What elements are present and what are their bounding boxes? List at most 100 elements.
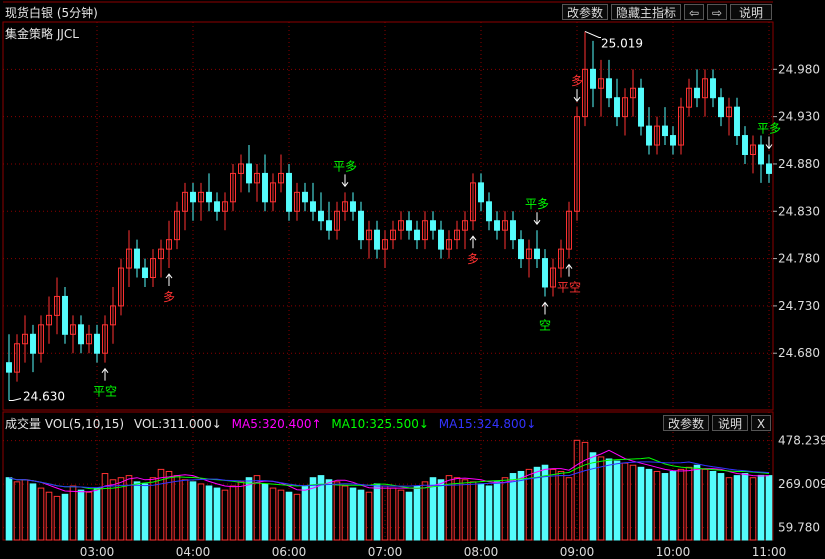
signal-label: 多	[163, 290, 175, 304]
candle-body	[534, 248, 540, 260]
low-label: 24.630	[23, 390, 65, 404]
volume-header: 成交量 VOL(5,10,15) VOL:311.000↓ MA5:320.40…	[5, 415, 542, 432]
volume-bar	[437, 479, 445, 541]
volume-bar	[173, 475, 181, 541]
price-tick-label: 24.930	[778, 110, 820, 124]
candle-body	[670, 135, 676, 146]
volume-bar	[397, 489, 405, 541]
ma10-value: MA10:325.500↓	[331, 417, 429, 431]
volume-params-button[interactable]: 改参数	[663, 415, 709, 431]
candle-body	[134, 248, 140, 269]
low-label-leader	[9, 398, 22, 402]
volume-tick-label: 59.780	[778, 521, 820, 535]
candle-body	[486, 201, 492, 222]
volume-bar	[477, 483, 485, 541]
candle-body	[302, 191, 308, 203]
volume-bar	[205, 485, 213, 541]
help-button[interactable]: 说明	[730, 4, 772, 20]
candle-body	[590, 68, 596, 89]
candle-body	[358, 210, 364, 241]
signal-label: 平空	[557, 281, 581, 295]
volume-bar	[61, 493, 69, 541]
candle-body	[518, 239, 524, 260]
volume-bar	[109, 479, 117, 541]
volume-bar	[5, 477, 13, 541]
volume-bar	[661, 473, 669, 541]
volume-bar	[45, 491, 53, 541]
volume-bar	[725, 477, 733, 541]
time-tick-label: 11:00	[752, 545, 787, 559]
volume-bar	[469, 481, 477, 541]
candle-body	[406, 220, 412, 231]
high-label-leader	[584, 31, 601, 38]
candle-body	[326, 220, 332, 231]
volume-bar	[717, 473, 725, 541]
time-tick-label: 08:00	[464, 545, 499, 559]
volume-bar	[493, 481, 501, 541]
volume-bar	[277, 489, 285, 541]
volume-bar	[405, 491, 413, 541]
candle-body	[62, 295, 68, 335]
volume-bar	[701, 468, 709, 541]
volume-bar	[197, 483, 205, 541]
candle-body	[190, 191, 196, 203]
signal-label: 平多	[525, 197, 549, 211]
volume-bar	[133, 481, 141, 541]
volume-bar	[221, 489, 229, 541]
volume-bar	[629, 464, 637, 541]
price-tick-label: 24.830	[778, 204, 820, 218]
volume-bar	[509, 473, 517, 541]
candle-body	[262, 172, 268, 203]
price-tick-label: 24.730	[778, 299, 820, 313]
volume-bar	[501, 477, 509, 541]
volume-bar	[53, 495, 61, 541]
candle-body	[30, 333, 36, 354]
candle-body	[438, 229, 444, 250]
candle-body	[246, 163, 252, 184]
candle-body	[510, 220, 516, 241]
strategy-label: 集金策略 JJCL	[5, 27, 79, 41]
time-tick-label: 03:00	[80, 545, 115, 559]
volume-label: 成交量 VOL(5,10,15)	[5, 417, 125, 431]
candle-body	[414, 229, 420, 241]
volume-bar	[565, 477, 573, 541]
volume-bar	[637, 466, 645, 541]
candle-body	[374, 229, 380, 250]
candle-body	[214, 201, 220, 212]
ma5-value: MA5:320.400↑	[231, 417, 322, 431]
candle-body	[718, 97, 724, 118]
volume-bar	[181, 479, 189, 541]
candle-body	[710, 78, 716, 99]
volume-bar	[757, 474, 765, 541]
candle-body	[606, 78, 612, 99]
candle-body	[542, 258, 548, 288]
candle-body	[430, 220, 436, 231]
volume-bar	[525, 468, 533, 541]
candle-body	[318, 210, 324, 222]
volume-bar	[557, 470, 565, 541]
prev-arrow-button[interactable]: ⇦	[684, 4, 704, 20]
candle-body	[614, 97, 620, 118]
volume-close-button[interactable]: X	[751, 415, 771, 431]
time-tick-label: 09:00	[560, 545, 595, 559]
signal-label: 平多	[333, 159, 357, 173]
volume-help-button[interactable]: 说明	[712, 415, 748, 431]
time-tick-label: 07:00	[368, 545, 403, 559]
volume-bar	[245, 477, 253, 541]
volume-bar	[285, 491, 293, 541]
volume-bar	[573, 439, 581, 541]
signal-label: 多	[467, 252, 479, 266]
next-arrow-button[interactable]: ⇨	[707, 4, 727, 20]
volume-bar	[749, 477, 757, 541]
volume-bar	[669, 470, 677, 541]
candle-body	[766, 163, 772, 174]
volume-bar	[293, 493, 301, 541]
volume-bar	[373, 483, 381, 541]
volume-bar	[261, 483, 269, 541]
hide-indicator-button[interactable]: 隐藏主指标	[611, 4, 681, 20]
candle-body	[142, 267, 148, 279]
high-label: 25.019	[601, 36, 643, 50]
candle-body	[78, 324, 84, 345]
params-button[interactable]: 改参数	[562, 4, 608, 20]
volume-tick-label: 269.009	[778, 477, 825, 491]
